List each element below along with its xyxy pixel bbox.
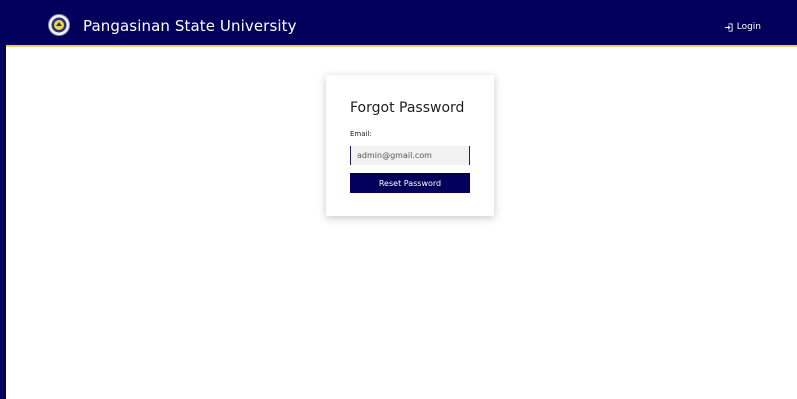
- form-title: Forgot Password: [350, 100, 465, 116]
- email-input[interactable]: [350, 146, 470, 165]
- login-link[interactable]: Login: [724, 22, 761, 32]
- email-label: Email:: [350, 130, 372, 138]
- brand-title: Pangasinan State University: [83, 17, 297, 35]
- login-icon: [724, 22, 733, 32]
- university-seal-icon: [48, 14, 70, 36]
- reset-password-button[interactable]: Reset Password: [350, 173, 470, 193]
- top-navbar: Pangasinan State University Login: [6, 10, 797, 47]
- forgot-password-card: Forgot Password Email: Reset Password: [326, 75, 494, 216]
- login-label: Login: [736, 22, 761, 32]
